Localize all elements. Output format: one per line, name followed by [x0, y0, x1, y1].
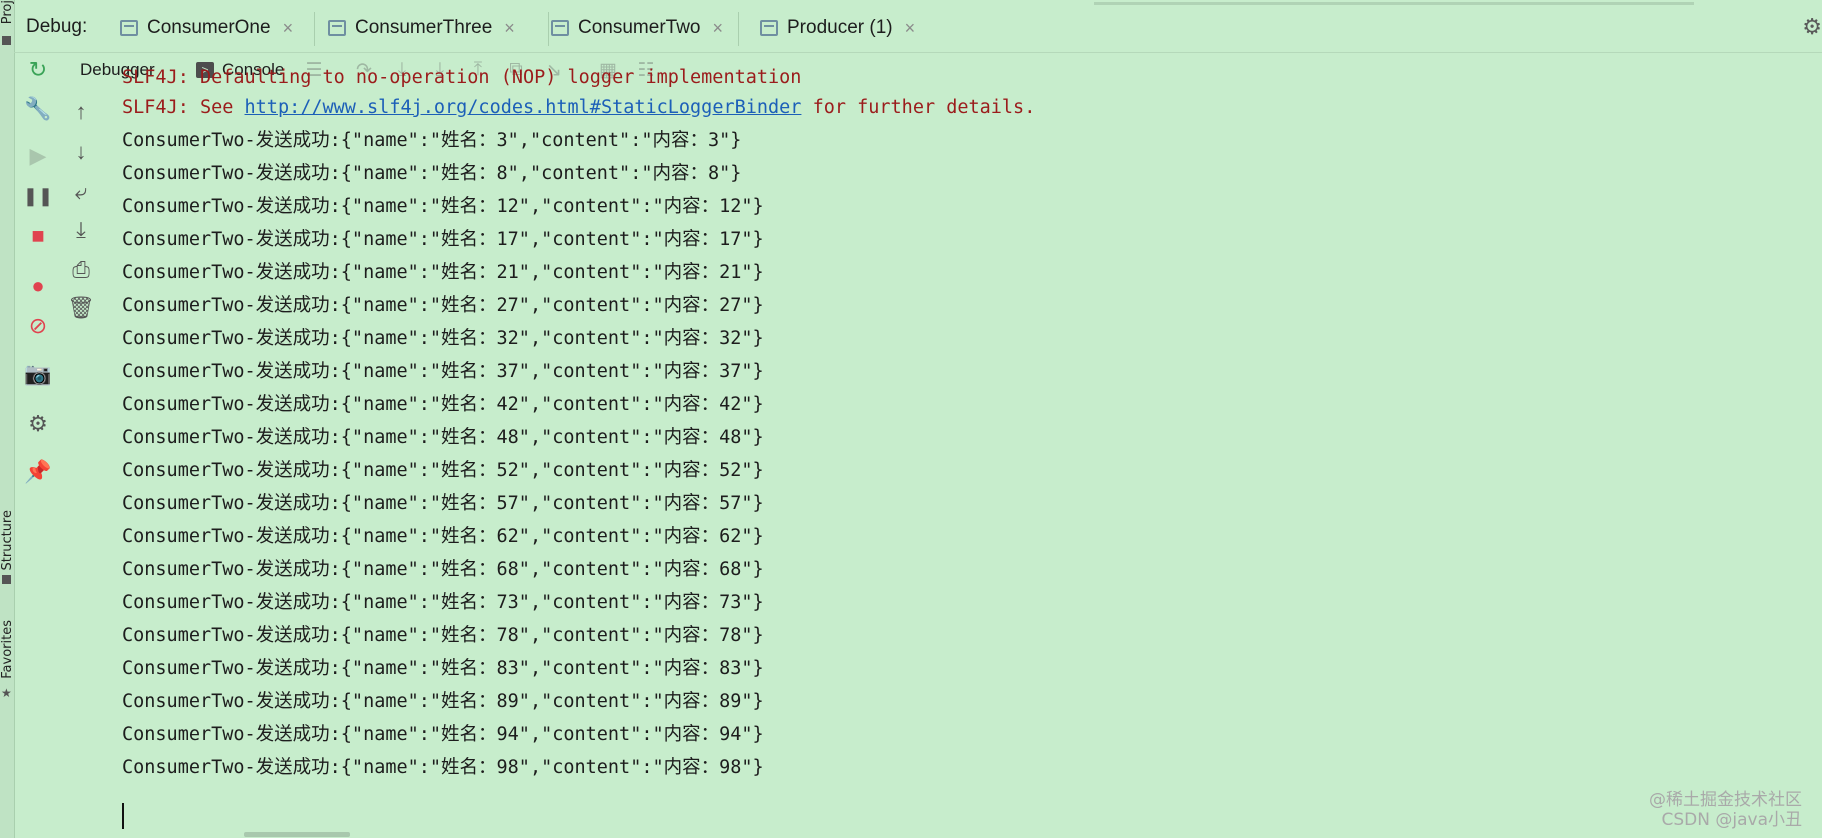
console-line: ConsumerTwo-发送成功:{"name":"姓名：73","conten…	[122, 592, 764, 613]
text-cursor	[122, 803, 124, 829]
console-line: ConsumerTwo-发送成功:{"name":"姓名：32","conten…	[122, 328, 764, 349]
camera-icon[interactable]: 📷	[24, 360, 52, 388]
horizontal-scrollbar[interactable]	[244, 832, 350, 837]
console-line: ConsumerTwo-发送成功:{"name":"姓名：94","conten…	[122, 724, 764, 745]
console-line: ConsumerTwo-发送成功:{"name":"姓名：98","conten…	[122, 757, 764, 778]
console-output[interactable]: SLF4J: Defaulting to no-operation (NOP) …	[122, 67, 1802, 838]
debug-tool-window: Proj Structure Favorites ★ Debug: Consum…	[0, 0, 1822, 838]
close-icon[interactable]: ×	[283, 18, 294, 39]
console-line: ConsumerTwo-发送成功:{"name":"姓名：89","conten…	[122, 691, 764, 712]
console-line: ConsumerTwo-发送成功:{"name":"姓名：48","conten…	[122, 427, 764, 448]
slf4j-suffix: for further details.	[801, 97, 1036, 118]
resume-icon[interactable]: ▶	[24, 142, 52, 170]
console-line: ConsumerTwo-发送成功:{"name":"姓名：21","conten…	[122, 262, 764, 283]
tab-bar-scroll[interactable]	[1094, 2, 1694, 5]
console-line: ConsumerTwo-发送成功:{"name":"姓名：68","conten…	[122, 559, 764, 580]
settings-icon[interactable]: ⚙	[24, 410, 52, 438]
console-line: ConsumerTwo-发送成功:{"name":"姓名：8","content…	[122, 163, 742, 184]
favorites-side-tab[interactable]: Favorites	[0, 620, 15, 679]
pause-icon[interactable]: ❚❚	[23, 182, 53, 210]
tab-divider	[548, 12, 549, 46]
debug-label: Debug:	[26, 16, 88, 37]
console-line: ConsumerTwo-发送成功:{"name":"姓名：42","conten…	[122, 394, 764, 415]
run-tab-bar: Debug: ConsumerOne × ConsumerThree × Con…	[14, 0, 1822, 53]
console-line: ConsumerTwo-发送成功:{"name":"姓名：3","content…	[122, 130, 742, 151]
console-line: ConsumerTwo-发送成功:{"name":"姓名：78","conten…	[122, 625, 764, 646]
tab-consumer-two[interactable]: ConsumerTwo ×	[551, 10, 723, 46]
tab-label: ConsumerThree	[355, 17, 493, 38]
project-side-icon	[2, 36, 11, 45]
mute-breakpoints-icon[interactable]: ⊘	[24, 312, 52, 340]
watermark-line-1: @稀土掘金技术社区	[1649, 790, 1802, 810]
console-line: ConsumerTwo-发送成功:{"name":"姓名：17","conten…	[122, 229, 764, 250]
up-arrow-icon[interactable]: ↑	[67, 98, 95, 126]
watermark: @稀土掘金技术社区 CSDN @java小丑	[1649, 790, 1802, 830]
structure-side-tab[interactable]: Structure	[0, 510, 15, 570]
console-line: ConsumerTwo-发送成功:{"name":"姓名：37","conten…	[122, 361, 764, 382]
soft-wrap-icon[interactable]: ⤶	[67, 178, 95, 206]
console-line: ConsumerTwo-发送成功:{"name":"姓名：27","conten…	[122, 295, 764, 316]
slf4j-link[interactable]: http://www.slf4j.org/codes.html#StaticLo…	[245, 97, 802, 118]
run-config-icon	[760, 20, 778, 36]
console-line: ConsumerTwo-发送成功:{"name":"姓名：57","conten…	[122, 493, 764, 514]
left-tool-strip: Proj Structure Favorites ★	[0, 0, 15, 838]
view-breakpoints-icon[interactable]: ●	[24, 272, 52, 300]
close-icon[interactable]: ×	[713, 18, 724, 39]
tab-producer[interactable]: Producer (1) ×	[760, 10, 915, 46]
tab-divider	[314, 12, 315, 46]
slf4j-see-line: SLF4J: See http://www.slf4j.org/codes.ht…	[122, 94, 1035, 122]
console-line: ConsumerTwo-发送成功:{"name":"姓名：12","conten…	[122, 196, 764, 217]
stop-icon[interactable]: ■	[24, 222, 52, 250]
tab-consumer-three[interactable]: ConsumerThree ×	[328, 10, 515, 46]
watermark-line-2: CSDN @java小丑	[1661, 810, 1803, 830]
pin-icon[interactable]: 📌	[24, 458, 52, 486]
gear-icon[interactable]: ⚙	[1802, 14, 1822, 40]
console-line: ConsumerTwo-发送成功:{"name":"姓名：83","conten…	[122, 658, 764, 679]
project-side-tab[interactable]: Proj	[0, 0, 15, 24]
close-icon[interactable]: ×	[504, 18, 515, 39]
tab-consumer-one[interactable]: ConsumerOne ×	[120, 10, 293, 46]
run-config-icon	[120, 20, 138, 36]
star-icon: ★	[1, 686, 12, 700]
rerun-icon[interactable]: ↻	[24, 56, 52, 84]
console-line: ConsumerTwo-发送成功:{"name":"姓名：52","conten…	[122, 460, 764, 481]
run-config-icon	[551, 20, 569, 36]
tab-label: ConsumerOne	[147, 17, 271, 38]
console-line: ConsumerTwo-发送成功:{"name":"姓名：62","conten…	[122, 526, 764, 547]
trash-icon[interactable]: 🗑	[67, 294, 95, 322]
close-icon[interactable]: ×	[905, 18, 916, 39]
scroll-to-end-icon[interactable]: ⤓	[67, 216, 95, 244]
print-icon[interactable]: ⎙	[67, 256, 95, 284]
tab-divider	[738, 12, 739, 46]
wrench-icon[interactable]: 🔧	[24, 95, 52, 123]
down-arrow-icon[interactable]: ↓	[67, 138, 95, 166]
run-config-icon	[328, 20, 346, 36]
structure-side-icon	[2, 575, 11, 584]
slf4j-prefix: SLF4J: See	[122, 97, 245, 118]
tab-label: ConsumerTwo	[578, 17, 701, 38]
slf4j-warning-line: SLF4J: Defaulting to no-operation (NOP) …	[122, 67, 802, 88]
tab-label: Producer (1)	[787, 17, 893, 38]
